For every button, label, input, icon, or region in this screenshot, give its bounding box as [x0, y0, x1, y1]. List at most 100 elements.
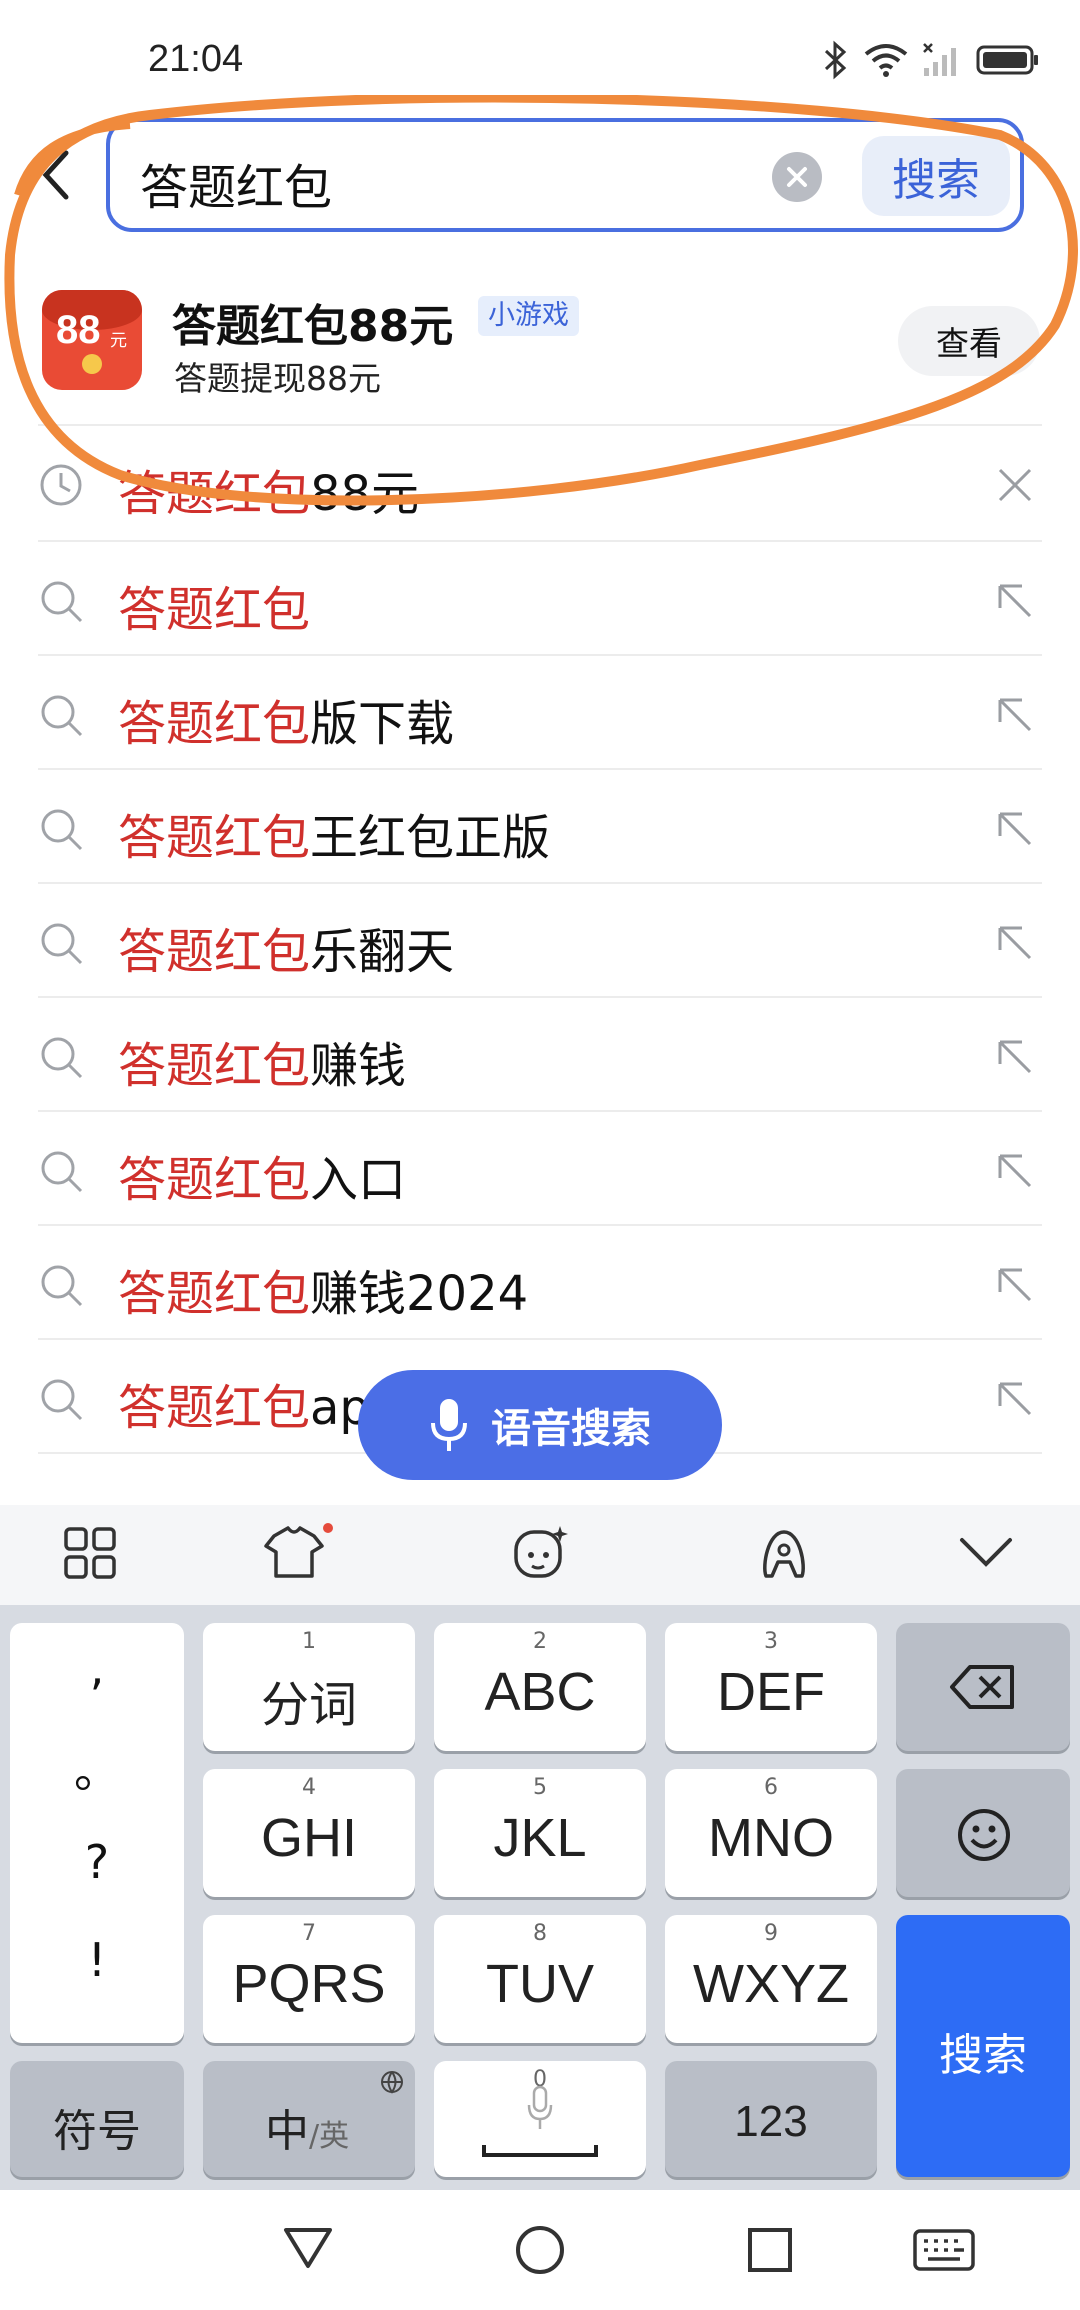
menu-grid-icon[interactable] [62, 1525, 118, 1581]
symbols-label: 符号 [53, 2106, 141, 2157]
punct-comma[interactable]: , [10, 1641, 184, 1695]
fill-query-arrow-icon[interactable] [996, 696, 1034, 734]
suggestion-rest: 王红包正版 [310, 810, 551, 866]
key-9[interactable]: 9 WXYZ [665, 1915, 877, 2043]
fill-query-arrow-icon[interactable] [996, 924, 1034, 962]
key-label: JKL [493, 1808, 587, 1868]
suggestion-item[interactable]: 答题红包赚钱 [0, 998, 1080, 1112]
key-number: 3 [764, 1629, 778, 1654]
suggestion-item[interactable]: 答题红包赚钱2024 [0, 1226, 1080, 1340]
signal-icon [923, 43, 956, 76]
key-number: 9 [764, 1921, 778, 1946]
key-label: ABC [484, 1662, 596, 1722]
key-number: 1 [302, 1629, 316, 1654]
suggestion-rest: 乐翻天 [310, 924, 455, 980]
symbols-key[interactable]: 符号 [10, 2061, 184, 2177]
space-bar-icon [482, 2145, 598, 2157]
key-number: 2 [533, 1629, 547, 1654]
search-icon [41, 809, 83, 851]
assistant-icon[interactable] [756, 1526, 812, 1582]
fill-query-arrow-icon[interactable] [996, 810, 1034, 848]
punct-exclaim[interactable]: ! [10, 1933, 184, 1987]
voice-search-button[interactable]: 语音搜索 [358, 1370, 722, 1480]
nav-back-icon[interactable] [282, 2224, 334, 2270]
enter-search-key[interactable]: 搜索 [896, 1915, 1070, 2177]
space-key[interactable]: 0 [434, 2061, 646, 2177]
key-label: DEF [717, 1662, 825, 1722]
key-number: 6 [764, 1775, 778, 1800]
fill-query-arrow-icon[interactable] [996, 1038, 1034, 1076]
punct-period[interactable]: 。 [10, 1735, 184, 1801]
wifi-icon [864, 44, 908, 77]
numbers-key[interactable]: 123 [665, 2061, 877, 2177]
key-2[interactable]: 2 ABC [434, 1623, 646, 1751]
enter-key-label: 搜索 [939, 2030, 1027, 2081]
fill-query-arrow-icon[interactable] [996, 1152, 1034, 1190]
keyboard-switch-icon[interactable] [912, 2228, 976, 2272]
smiley-icon [958, 1809, 1010, 1861]
fill-query-arrow-icon[interactable] [996, 1266, 1034, 1304]
key-label: PQRS [232, 1954, 386, 2014]
status-time: 21:04 [148, 38, 244, 80]
backspace-key[interactable] [896, 1623, 1070, 1751]
key-number: 7 [302, 1921, 316, 1946]
lang-alt: /英 [309, 2119, 350, 2154]
suggestion-highlight: 答题红包 [118, 1038, 311, 1094]
key-label: GHI [260, 1808, 357, 1868]
punct-question[interactable]: ? [10, 1835, 184, 1889]
key-5[interactable]: 5 JKL [434, 1769, 646, 1897]
nav-home-icon[interactable] [514, 2224, 566, 2276]
key-8[interactable]: 8 TUV [434, 1915, 646, 2043]
suggestion-highlight: 答题红包 [118, 924, 311, 980]
search-icon [41, 1265, 83, 1307]
emoji-sticker-icon[interactable] [510, 1522, 570, 1582]
search-icon [41, 1037, 83, 1079]
key-label: 分词 [260, 1679, 357, 1732]
suggestion-highlight: 答题红包 [118, 696, 311, 752]
search-icon [41, 1379, 83, 1421]
microphone-icon [431, 1399, 467, 1451]
key-label: WXYZ [693, 1954, 849, 2014]
language-switch-key[interactable]: 中/英 [203, 2061, 415, 2177]
backspace-icon [950, 1665, 1014, 1709]
navigation-bar [0, 2190, 1080, 2310]
battery-icon [976, 45, 1038, 75]
globe-icon [381, 2071, 403, 2094]
suggestion-highlight: 答题红包 [118, 810, 311, 866]
fill-query-arrow-icon[interactable] [996, 1380, 1034, 1418]
suggestion-item[interactable]: 答题红包版下载 [0, 656, 1080, 770]
key-number: 4 [302, 1775, 316, 1800]
keyboard: , 。 ? ! 1 分词 2 ABC 3 DEF 4 GHI 5 JKL 6 M… [0, 1605, 1080, 2190]
key-1[interactable]: 1 分词 [203, 1623, 415, 1751]
collapse-keyboard-icon[interactable] [956, 1532, 1016, 1572]
lang-main: 中 [265, 2106, 309, 2157]
search-icon [41, 1151, 83, 1193]
key-label: TUV [486, 1954, 594, 2014]
key-6[interactable]: 6 MNO [665, 1769, 877, 1897]
key-3[interactable]: 3 DEF [665, 1623, 877, 1751]
suggestion-rest: 入口 [310, 1152, 407, 1208]
suggestion-rest: 版下载 [310, 696, 455, 752]
suggestion-highlight: 答题红包 [118, 1266, 311, 1322]
suggestion-highlight: 答题红包 [118, 1152, 311, 1208]
voice-search-label: 语音搜索 [491, 1406, 651, 1452]
search-icon [41, 923, 83, 965]
search-icon [41, 695, 83, 737]
mic-small-icon [527, 2085, 553, 2129]
key-number: 8 [533, 1921, 547, 1946]
emoji-key[interactable] [896, 1769, 1070, 1897]
nav-recents-icon[interactable] [746, 2226, 794, 2274]
skin-shirt-icon[interactable] [262, 1522, 334, 1582]
suggestion-item[interactable]: 答题红包入口 [0, 1112, 1080, 1226]
key-number: 5 [533, 1775, 547, 1800]
suggestion-item[interactable]: 答题红包乐翻天 [0, 884, 1080, 998]
key-label: MNO [708, 1808, 834, 1868]
suggestion-highlight: 答题红包 [118, 1380, 311, 1436]
key-7[interactable]: 7 PQRS [203, 1915, 415, 2043]
annotation-circle [4, 95, 1078, 506]
suggestion-item[interactable]: 答题红包王红包正版 [0, 770, 1080, 884]
suggestion-rest: 赚钱 [310, 1038, 407, 1094]
punctuation-column[interactable]: , 。 ? ! [10, 1623, 184, 2043]
status-icons [822, 40, 1040, 80]
key-4[interactable]: 4 GHI [203, 1769, 415, 1897]
